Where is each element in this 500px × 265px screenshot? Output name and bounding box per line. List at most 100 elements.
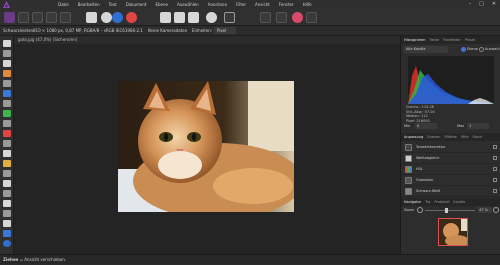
- menu-hilfe[interactable]: Hilfe: [303, 0, 312, 9]
- zoom-slider-handle[interactable]: [445, 208, 448, 213]
- maximize-button[interactable]: □: [479, 0, 484, 9]
- menu-dokument[interactable]: Dokument: [126, 0, 147, 9]
- red-eye-icon[interactable]: [3, 180, 11, 187]
- menu-datei[interactable]: Datei: [58, 0, 69, 9]
- tab-styles[interactable]: Stile: [461, 133, 469, 141]
- context-prefix: Schwarzleisten: [3, 28, 34, 33]
- fill-icon[interactable]: [3, 120, 11, 127]
- assistant-icon[interactable]: [260, 12, 271, 23]
- main-toolbar: [0, 9, 500, 26]
- affinity-logo-icon[interactable]: [3, 1, 10, 8]
- window-controls: – □ ✕: [469, 0, 496, 9]
- menu-filter[interactable]: Filter: [236, 0, 246, 9]
- export-icon[interactable]: [60, 12, 71, 23]
- circle-toggle-icon[interactable]: [101, 12, 112, 23]
- tab-channels[interactable]: Kanäle: [453, 198, 465, 206]
- layer-radio-icon[interactable]: [461, 47, 466, 52]
- freehand-selection-icon[interactable]: [3, 90, 11, 97]
- tab-color[interactable]: Farbe: [430, 36, 440, 44]
- units-select[interactable]: Pixel: [214, 27, 237, 34]
- text-icon[interactable]: [3, 230, 11, 237]
- menu-text[interactable]: Text: [109, 0, 117, 9]
- tab-histogram[interactable]: Histogramm: [404, 36, 426, 44]
- align-icon[interactable]: [188, 12, 199, 23]
- tab-effects[interactable]: Effekte: [444, 133, 456, 141]
- zoom-input[interactable]: 47 %: [478, 207, 492, 213]
- selection-mode-icon[interactable]: [276, 12, 287, 23]
- liquify-icon[interactable]: [18, 12, 29, 23]
- develop-icon[interactable]: [32, 12, 43, 23]
- zoom-slider[interactable]: [425, 210, 475, 211]
- min-label: Min: [404, 124, 411, 128]
- mask-icon[interactable]: [292, 12, 303, 23]
- settings-icon[interactable]: [306, 12, 317, 23]
- channel-select[interactable]: Alle Kanäle: [404, 46, 448, 53]
- tab-history[interactable]: Protokoll: [434, 198, 449, 206]
- brush-icon[interactable]: [3, 130, 11, 137]
- smudge-icon[interactable]: [3, 200, 11, 207]
- status-hint: = Ansicht verschieben.: [19, 257, 67, 262]
- adjustment-item[interactable]: Gradation: [401, 175, 500, 186]
- color-blue-icon[interactable]: [112, 12, 123, 23]
- minimize-button[interactable]: –: [469, 0, 472, 9]
- menu-ebene[interactable]: Ebene: [155, 0, 168, 9]
- zoom-out-icon[interactable]: [417, 207, 423, 213]
- pen-icon[interactable]: [3, 210, 11, 217]
- grid-icon[interactable]: [160, 12, 171, 23]
- layer-toggle-label[interactable]: Ebene: [467, 46, 478, 53]
- eraser-icon[interactable]: [3, 160, 11, 167]
- tab-swatches[interactable]: Farbfelder: [443, 36, 461, 44]
- move-icon[interactable]: [3, 40, 11, 47]
- snap-icon[interactable]: [174, 12, 185, 23]
- tab-transform[interactable]: Tra: [425, 198, 430, 206]
- flood-select-icon[interactable]: [3, 100, 11, 107]
- crop-icon[interactable]: [3, 60, 11, 67]
- menu-ansicht[interactable]: Ansicht: [255, 0, 270, 9]
- adjustment-item[interactable]: HSL: [401, 164, 500, 175]
- tab-stock[interactable]: Stock: [473, 133, 483, 141]
- expand-icon[interactable]: [493, 189, 497, 193]
- tone-map-icon[interactable]: [46, 12, 57, 23]
- adjustment-item[interactable]: Schwarz-Weiß: [401, 186, 500, 197]
- blur-icon[interactable]: [3, 190, 11, 197]
- shape-icon[interactable]: [3, 220, 11, 227]
- min-input[interactable]: 0: [415, 123, 437, 129]
- selection-toggle-label[interactable]: Auswahl: [485, 46, 500, 53]
- max-input[interactable]: 1: [467, 123, 489, 129]
- expand-icon[interactable]: [493, 178, 497, 182]
- adjustment-item[interactable]: Tonwertkorrektur: [401, 142, 500, 153]
- tab-layers[interactable]: Ebenen: [427, 133, 440, 141]
- zoom-in-icon[interactable]: [493, 207, 499, 213]
- expand-icon[interactable]: [493, 145, 497, 149]
- menu-bearbeiten[interactable]: Bearbeiten: [78, 0, 100, 9]
- expand-icon[interactable]: [493, 156, 497, 160]
- persona-photo-icon[interactable]: [4, 12, 15, 23]
- new-document-icon[interactable]: [86, 12, 97, 23]
- color-picker-icon[interactable]: [3, 110, 11, 117]
- rotate-icon[interactable]: [206, 12, 217, 23]
- menu-auswaehlen[interactable]: Auswählen: [177, 0, 199, 9]
- menu-fenster[interactable]: Fenster: [279, 0, 294, 9]
- document-tab[interactable]: gato.jpg (47,0%) (Sichern/en): [14, 36, 400, 44]
- arrange-icon[interactable]: [224, 12, 235, 23]
- tab-navigator[interactable]: Navigator: [404, 198, 421, 206]
- marquee-icon[interactable]: [3, 80, 11, 87]
- expand-icon[interactable]: [493, 167, 497, 171]
- close-button[interactable]: ✕: [492, 0, 496, 9]
- adjustment-item[interactable]: Weißabgleich: [401, 153, 500, 164]
- clone-icon[interactable]: [3, 150, 11, 157]
- tab-brushes[interactable]: Pinsel: [465, 36, 475, 44]
- color-red-icon[interactable]: [126, 12, 137, 23]
- dodge-icon[interactable]: [3, 140, 11, 147]
- inpainting-icon[interactable]: [3, 170, 11, 177]
- menu-bar: Datei Bearbeiten Text Dokument Ebene Aus…: [0, 0, 500, 9]
- selection-radio-icon[interactable]: [479, 47, 484, 52]
- histogram-graph: [408, 56, 494, 104]
- navigator-preview[interactable]: [438, 218, 468, 246]
- view-icon[interactable]: [3, 50, 11, 57]
- document-image[interactable]: [118, 81, 294, 212]
- selection-brush-icon[interactable]: [3, 70, 11, 77]
- color-swatch-icon[interactable]: [3, 240, 11, 247]
- menu-anordnen[interactable]: Anordnen: [208, 0, 227, 9]
- tab-adjustments[interactable]: Anpassung: [404, 133, 423, 141]
